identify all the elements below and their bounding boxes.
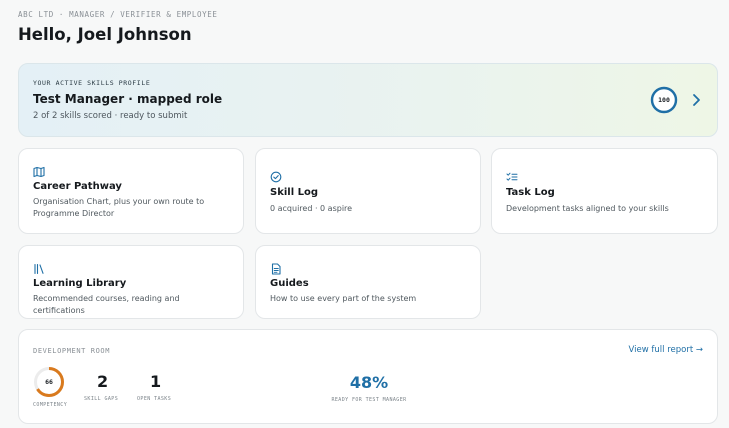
ready-label: READY FOR TEST MANAGER bbox=[331, 397, 407, 403]
skill-log-tile[interactable]: Skill Log 0 acquired · 0 aspire bbox=[255, 148, 481, 234]
active-skills-profile-card[interactable]: YOUR ACTIVE SKILLS PROFILE Test Manager … bbox=[18, 63, 718, 137]
career-pathway-tile[interactable]: Career Pathway Organisation Chart, plus … bbox=[18, 148, 244, 234]
guides-tile[interactable]: Guides How to use every part of the syst… bbox=[255, 245, 481, 319]
tile-title: Guides bbox=[270, 278, 309, 289]
tile-title: Skill Log bbox=[270, 187, 319, 198]
tile-title: Learning Library bbox=[33, 278, 127, 289]
tile-description: 0 acquired · 0 aspire bbox=[270, 204, 353, 213]
tile-description: Recommended courses, reading and certifi… bbox=[33, 294, 180, 315]
chevron-right-icon[interactable] bbox=[690, 91, 702, 109]
profile-eyebrow: YOUR ACTIVE SKILLS PROFILE bbox=[33, 79, 151, 87]
document-icon bbox=[270, 260, 282, 275]
ready-percentage: 48% bbox=[349, 373, 389, 392]
tile-description: Organisation Chart, plus your own route … bbox=[33, 197, 205, 218]
profile-score-ring: 100 bbox=[650, 86, 678, 114]
tile-title: Career Pathway bbox=[33, 181, 122, 192]
breadcrumb: ABC LTD · MANAGER / VERIFIER & EMPLOYEE bbox=[18, 10, 218, 19]
development-room-eyebrow: DEVELOPMENT ROOM bbox=[33, 347, 111, 355]
profile-subtitle: 2 of 2 skills scored · ready to submit bbox=[33, 111, 188, 121]
view-full-report-link[interactable]: View full report → bbox=[629, 345, 703, 355]
tile-title: Task Log bbox=[506, 187, 555, 198]
development-room-card: DEVELOPMENT ROOM View full report → 66 C… bbox=[18, 329, 718, 424]
tile-description: Development tasks aligned to your skills bbox=[506, 204, 669, 213]
task-log-tile[interactable]: Task Log Development tasks aligned to yo… bbox=[491, 148, 718, 234]
profile-title: Test Manager · mapped role bbox=[33, 92, 223, 106]
learning-library-tile[interactable]: Learning Library Recommended courses, re… bbox=[18, 245, 244, 319]
checklist-icon bbox=[506, 168, 518, 181]
tile-description: How to use every part of the system bbox=[270, 294, 417, 303]
page-title: Hello, Joel Johnson bbox=[18, 25, 192, 44]
check-circle-icon bbox=[270, 168, 282, 183]
map-icon bbox=[33, 163, 45, 178]
library-icon bbox=[33, 260, 45, 275]
profile-score-value: 100 bbox=[658, 96, 670, 104]
